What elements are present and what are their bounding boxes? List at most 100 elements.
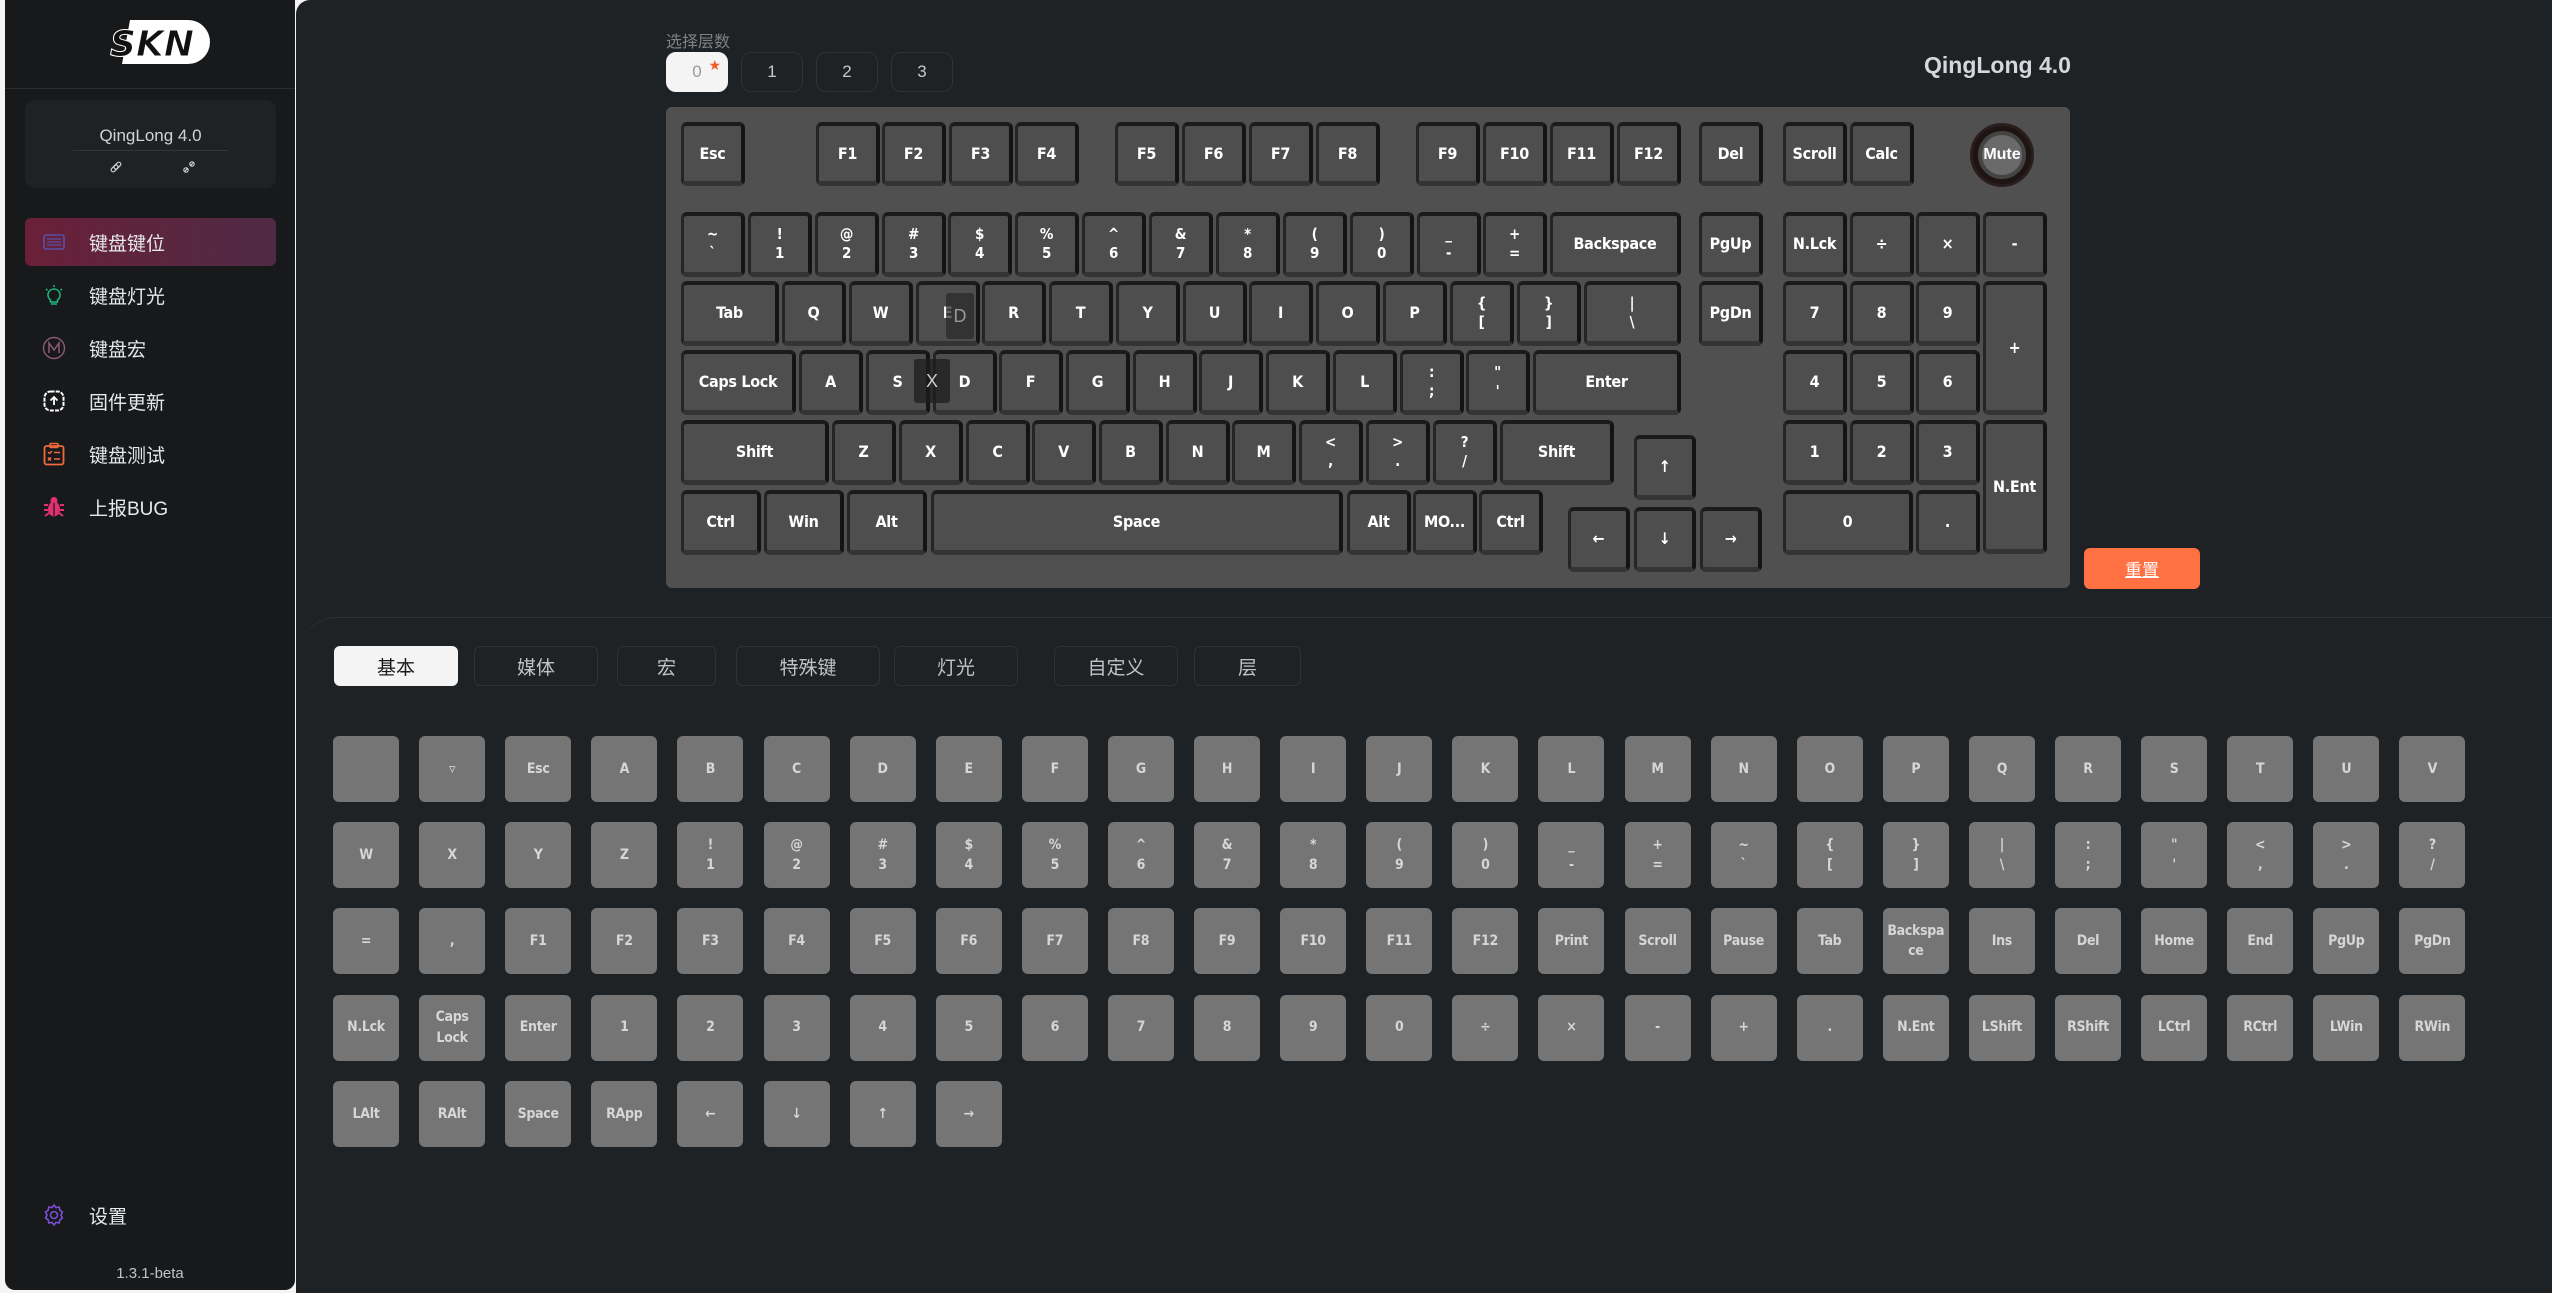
key-[interactable]: " ' (1466, 350, 1530, 415)
palette-key[interactable]: 8 (1194, 994, 1260, 1061)
key-f3[interactable]: F3 (949, 122, 1013, 186)
palette-key[interactable]: K (1452, 736, 1519, 802)
key-[interactable]: <, (1299, 420, 1363, 485)
palette-key[interactable]: Backspa ce (1882, 908, 1949, 975)
key-[interactable]: {[ (1450, 281, 1514, 346)
key-calc[interactable]: Calc (1850, 122, 1914, 186)
key-[interactable]: ↓ (1634, 507, 1696, 572)
palette-key[interactable]: }] (1882, 822, 1949, 889)
key-ctrl[interactable]: Ctrl (1479, 490, 1543, 555)
palette-key[interactable]: J (1366, 736, 1433, 802)
palette-tab-1[interactable]: 媒体 (474, 646, 598, 686)
palette-key[interactable]: F (1021, 736, 1088, 802)
palette-key[interactable]: F6 (935, 908, 1002, 975)
key-6[interactable]: ^ 6 (1082, 212, 1146, 277)
palette-key[interactable]: P (1882, 736, 1949, 802)
palette-key[interactable]: L (1538, 736, 1605, 802)
palette-tab-4[interactable]: 灯光 (894, 646, 1018, 686)
palette-key[interactable]: :; (2055, 822, 2121, 889)
palette-key[interactable]: M (1624, 736, 1691, 802)
palette-key[interactable]: S (2141, 736, 2208, 802)
palette-key[interactable]: → (935, 1080, 1002, 1147)
key-2[interactable]: @2 (815, 212, 879, 277)
palette-key[interactable]: I (1280, 736, 1347, 802)
palette-key[interactable]: G (1107, 736, 1174, 802)
palette-key[interactable]: F10 (1280, 908, 1347, 975)
layer-button-1[interactable]: 1 (741, 52, 803, 92)
key-[interactable]: | \ (1584, 281, 1681, 346)
key-p[interactable]: P (1383, 281, 1447, 346)
palette-key[interactable]: LShift (1968, 994, 2035, 1061)
key-4[interactable]: 4 (1783, 350, 1847, 415)
key-[interactable]: ÷ (1850, 212, 1914, 277)
key-f6[interactable]: F6 (1182, 122, 1246, 186)
palette-key[interactable]: ) 0 (1452, 822, 1519, 889)
palette-key[interactable]: F7 (1021, 908, 1088, 975)
nav-item-firmware[interactable]: 固件更新 (25, 377, 276, 425)
palette-key[interactable]: U (2313, 736, 2380, 802)
key-y[interactable]: Y (1116, 281, 1180, 346)
key-z[interactable]: Z (832, 420, 896, 485)
key-a[interactable]: A (799, 350, 863, 415)
key-[interactable]: → (1700, 507, 1762, 572)
palette-key[interactable]: X (419, 822, 486, 889)
palette-key[interactable]: LAlt (333, 1080, 399, 1147)
key-u[interactable]: U (1183, 281, 1247, 346)
palette-key[interactable]: RAlt (419, 1080, 486, 1147)
key-h[interactable]: H (1133, 350, 1197, 415)
key-q[interactable]: Q (782, 281, 846, 346)
palette-key[interactable]: LWin (2313, 994, 2380, 1061)
key-[interactable]: }] (1517, 281, 1581, 346)
palette-key[interactable]: #3 (849, 822, 916, 889)
palette-key[interactable]: N.Ent (1882, 994, 1949, 1061)
link-icon[interactable] (107, 160, 125, 178)
palette-key[interactable]: RCtrl (2227, 994, 2294, 1061)
key-f8[interactable]: F8 (1316, 122, 1380, 186)
key-4[interactable]: $4 (948, 212, 1012, 277)
palette-key[interactable]: PgUp (2313, 908, 2380, 975)
palette-key[interactable]: F3 (677, 908, 744, 975)
key-r[interactable]: R (982, 281, 1046, 346)
palette-key[interactable]: R (2055, 736, 2121, 802)
key-del[interactable]: Del (1699, 122, 1763, 186)
key-o[interactable]: O (1316, 281, 1380, 346)
key-f1[interactable]: F1 (816, 122, 880, 186)
key-w[interactable]: W (849, 281, 913, 346)
palette-key[interactable]: | \ (1968, 822, 2035, 889)
palette-key[interactable] (333, 736, 399, 802)
palette-key[interactable]: 1 (591, 994, 658, 1061)
palette-key[interactable]: C (763, 736, 830, 802)
palette-key[interactable]: ~ ` (1710, 822, 1777, 889)
key-pgup[interactable]: PgUp (1699, 212, 1763, 277)
key-i[interactable]: I (1249, 281, 1313, 346)
layer-button-0[interactable]: 0 ★ (666, 52, 728, 92)
palette-key[interactable]: F1 (505, 908, 572, 975)
palette-key[interactable]: V (2399, 736, 2466, 802)
key-[interactable]: ? / (1433, 420, 1497, 485)
palette-key[interactable]: = (333, 908, 399, 975)
palette-key[interactable]: Caps Lock (419, 994, 486, 1061)
palette-key[interactable]: % 5 (1021, 822, 1088, 889)
key-[interactable]: + = (1483, 212, 1547, 277)
key-f5[interactable]: F5 (1115, 122, 1179, 186)
key-5[interactable]: % 5 (1015, 212, 1079, 277)
palette-key[interactable]: 3 (763, 994, 830, 1061)
palette-key[interactable]: _ - (1538, 822, 1605, 889)
palette-key[interactable]: Tab (1796, 908, 1863, 975)
key-x[interactable]: X (899, 420, 963, 485)
palette-key[interactable]: 4 (849, 994, 916, 1061)
palette-key[interactable]: Pause (1710, 908, 1777, 975)
palette-key[interactable]: O (1796, 736, 1863, 802)
nav-item-lighting[interactable]: 键盘灯光 (25, 271, 276, 319)
key-2[interactable]: 2 (1850, 420, 1914, 485)
key-1[interactable]: 1 (1783, 420, 1847, 485)
key-space[interactable]: Space (931, 490, 1343, 555)
key-[interactable]: × (1916, 212, 1980, 277)
key-k[interactable]: K (1266, 350, 1330, 415)
palette-key[interactable]: F12 (1452, 908, 1519, 975)
palette-key[interactable]: ▿ (419, 736, 486, 802)
palette-key[interactable]: F2 (591, 908, 658, 975)
palette-key[interactable]: ^ 6 (1107, 822, 1174, 889)
key-n-lck[interactable]: N.Lck (1783, 212, 1847, 277)
nav-item-keymap[interactable]: 键盘键位 (25, 218, 276, 266)
